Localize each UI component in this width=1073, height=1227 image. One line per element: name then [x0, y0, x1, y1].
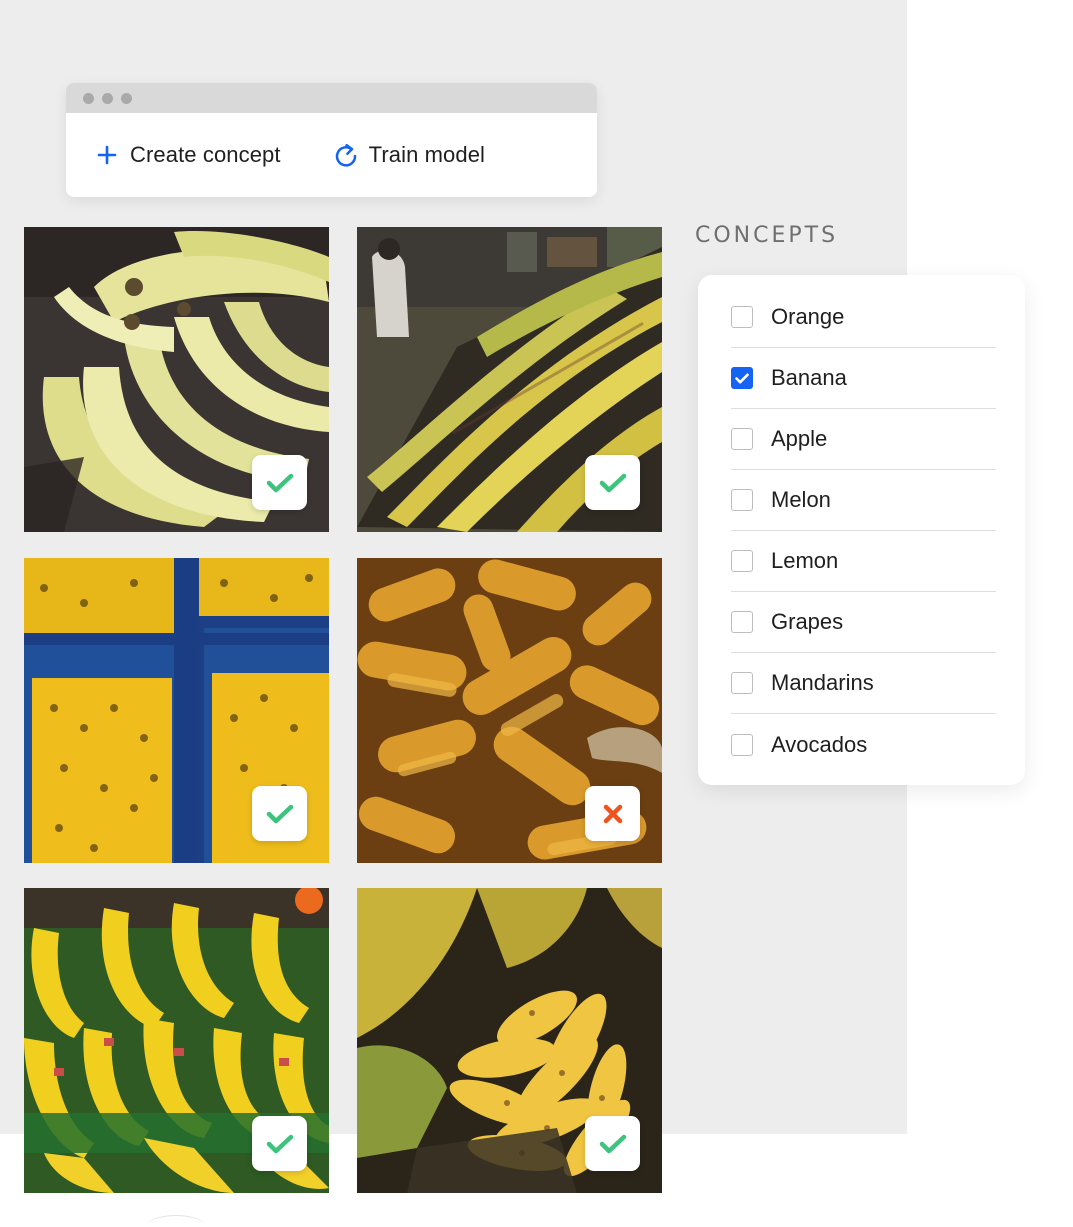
window-dot: [121, 92, 132, 104]
train-model-label: Train model: [368, 142, 486, 167]
toolbar-actions: Create concept Train model: [66, 113, 597, 197]
toolbar-window: Create concept Train model: [66, 83, 597, 197]
concept-item-banana[interactable]: Banana: [731, 348, 996, 409]
concept-checkbox[interactable]: [731, 672, 753, 694]
concept-checkbox[interactable]: [731, 306, 753, 328]
concept-checkbox[interactable]: [731, 367, 753, 389]
check-icon: [599, 473, 626, 492]
concept-checkbox[interactable]: [731, 733, 753, 756]
concept-item-mandarins[interactable]: Mandarins: [731, 653, 996, 714]
create-concept-label: Create concept: [130, 142, 281, 167]
concept-checkbox[interactable]: [731, 550, 753, 572]
concept-label: Melon: [771, 487, 831, 512]
concept-item-orange[interactable]: Orange: [731, 287, 996, 348]
concept-label: Apple: [771, 426, 828, 451]
approved-badge[interactable]: [585, 455, 640, 510]
check-icon: [266, 804, 293, 823]
concepts-list: Orange Banana Apple Melon Lemon Grapes M…: [698, 275, 1025, 785]
concept-label: Orange: [771, 304, 845, 329]
train-model-button[interactable]: Train model: [334, 142, 485, 168]
concept-label: Lemon: [771, 548, 839, 573]
check-icon: [599, 1134, 626, 1153]
image-tile[interactable]: [24, 227, 329, 532]
window-dot: [102, 92, 113, 104]
concept-label: Mandarins: [771, 670, 874, 695]
check-icon: [266, 473, 293, 492]
concept-item-grapes[interactable]: Grapes: [731, 592, 996, 653]
concept-label: Banana: [771, 365, 847, 390]
concept-item-apple[interactable]: Apple: [731, 409, 996, 470]
concept-item-avocados[interactable]: Avocados: [731, 714, 996, 775]
concept-item-lemon[interactable]: Lemon: [731, 531, 996, 592]
window-dot: [83, 92, 94, 104]
plus-icon: [95, 143, 119, 167]
concept-item-melon[interactable]: Melon: [731, 470, 996, 531]
decorative-arc: [146, 1215, 206, 1227]
cross-icon: [603, 804, 622, 823]
image-tile[interactable]: [357, 227, 662, 532]
approved-badge[interactable]: [252, 1116, 307, 1171]
window-titlebar: [66, 83, 597, 113]
approved-badge[interactable]: [585, 1116, 640, 1171]
checkmark-icon: [735, 373, 749, 383]
check-icon: [266, 1134, 293, 1153]
image-tile[interactable]: [24, 888, 329, 1193]
concepts-heading: CONCEPTS: [695, 223, 839, 248]
concept-checkbox[interactable]: [731, 428, 753, 450]
concept-label: Avocados: [771, 731, 868, 757]
image-tile[interactable]: [24, 558, 329, 863]
concept-label: Grapes: [771, 609, 844, 634]
rejected-badge[interactable]: [585, 786, 640, 841]
image-tile[interactable]: [357, 888, 662, 1193]
approved-badge[interactable]: [252, 786, 307, 841]
image-tile[interactable]: [357, 558, 662, 863]
concept-checkbox[interactable]: [731, 611, 753, 633]
refresh-icon: [334, 143, 358, 167]
approved-badge[interactable]: [252, 455, 307, 510]
create-concept-button[interactable]: Create concept: [95, 142, 281, 168]
concept-checkbox[interactable]: [731, 489, 753, 511]
